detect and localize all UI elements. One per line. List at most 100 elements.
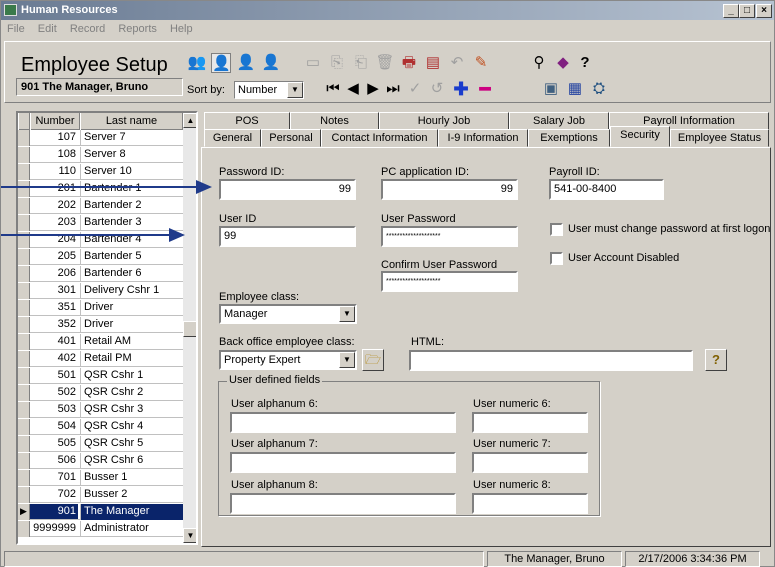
- list-item[interactable]: 504 QSR Cshr 4: [18, 419, 183, 435]
- employee-class-select[interactable]: Manager ▼: [219, 304, 357, 324]
- tab-personal[interactable]: Personal: [261, 129, 321, 147]
- account-disabled-checkbox[interactable]: [550, 252, 563, 265]
- minimize-button[interactable]: _: [723, 4, 739, 18]
- list-item[interactable]: 702 Busser 2: [18, 487, 183, 503]
- copy-icon[interactable]: ⎘: [327, 53, 347, 73]
- jobs-icon[interactable]: 👤: [236, 53, 256, 73]
- user-alphanum-8-field[interactable]: [230, 493, 456, 514]
- list-item[interactable]: 701 Busser 1: [18, 470, 183, 486]
- network-icon[interactable]: ⛭: [589, 79, 609, 99]
- list-item[interactable]: 352 Driver: [18, 317, 183, 333]
- user-alphanum-6-field[interactable]: [230, 412, 456, 433]
- html-field[interactable]: [409, 350, 693, 371]
- user-alphanum-7-field[interactable]: [230, 452, 456, 473]
- menu-edit[interactable]: Edit: [38, 23, 57, 35]
- list-item[interactable]: 108 Server 8: [18, 147, 183, 163]
- undo-icon[interactable]: ↶: [447, 53, 467, 73]
- row-selector[interactable]: [18, 215, 30, 231]
- menu-help[interactable]: Help: [170, 23, 193, 35]
- row-selector[interactable]: [18, 436, 30, 452]
- row-selector[interactable]: [18, 453, 30, 469]
- password-id-field[interactable]: 99: [219, 179, 356, 200]
- row-selector[interactable]: [18, 164, 30, 180]
- row-selector[interactable]: [18, 419, 30, 435]
- delete-icon[interactable]: 🗑: [375, 53, 395, 73]
- row-selector[interactable]: [18, 181, 30, 197]
- list-scrollbar[interactable]: ▲ ▼: [183, 113, 196, 543]
- menu-file[interactable]: File: [7, 23, 25, 35]
- employee-setup-icon[interactable]: 👤: [211, 53, 231, 73]
- list-item[interactable]: 401 Retail AM: [18, 334, 183, 350]
- tab-exemptions[interactable]: Exemptions: [528, 129, 610, 147]
- next-record-icon[interactable]: ▶: [363, 79, 383, 99]
- print-icon[interactable]: 🖶: [399, 53, 419, 73]
- new-record-icon[interactable]: ▭: [303, 53, 323, 73]
- list-item[interactable]: 505 QSR Cshr 5: [18, 436, 183, 452]
- row-selector[interactable]: [18, 334, 30, 350]
- list-item[interactable]: 502 QSR Cshr 2: [18, 385, 183, 401]
- chevron-down-icon[interactable]: ▼: [287, 82, 303, 98]
- row-selector[interactable]: [18, 351, 30, 367]
- list-item[interactable]: 110 Server 10: [18, 164, 183, 180]
- chevron-down-icon[interactable]: ▼: [339, 352, 355, 368]
- confirm-password-field[interactable]: ********************: [381, 271, 518, 292]
- user-numeric-8-field[interactable]: [472, 493, 588, 514]
- must-change-password-checkbox[interactable]: [550, 223, 563, 236]
- payroll-id-field[interactable]: 541-00-8400: [549, 179, 664, 200]
- employees-icon[interactable]: 👥: [187, 53, 207, 73]
- list-item[interactable]: 506 QSR Cshr 6: [18, 453, 183, 469]
- row-selector[interactable]: [18, 317, 30, 333]
- previous-record-icon[interactable]: ◀: [343, 79, 363, 99]
- tab-salary-job[interactable]: Salary Job: [509, 112, 609, 130]
- menu-reports[interactable]: Reports: [118, 23, 157, 35]
- tab-general[interactable]: General: [204, 129, 261, 147]
- row-selector[interactable]: [18, 249, 30, 265]
- tab-employee-status[interactable]: Employee Status: [670, 129, 769, 147]
- row-selector[interactable]: [18, 147, 30, 163]
- paste-icon[interactable]: ⎗: [351, 53, 371, 73]
- pc-application-id-field[interactable]: 99: [381, 179, 518, 200]
- tab-notes[interactable]: Notes: [290, 112, 379, 130]
- find-icon[interactable]: ⚲: [529, 53, 549, 73]
- column-header-last-name[interactable]: Last name: [80, 113, 183, 130]
- list-item[interactable]: 201 Bartender 1: [18, 181, 183, 197]
- row-selector[interactable]: [18, 300, 30, 316]
- sort-by-select[interactable]: Number ▼: [234, 81, 304, 99]
- user-numeric-7-field[interactable]: [472, 452, 588, 473]
- row-selector[interactable]: [18, 130, 30, 146]
- row-selector[interactable]: [18, 470, 30, 486]
- user-id-field[interactable]: 99: [219, 226, 356, 247]
- maximize-button[interactable]: □: [739, 4, 755, 18]
- list-item[interactable]: 107 Server 7: [18, 130, 183, 146]
- folder-icon[interactable]: 🗁: [362, 349, 384, 371]
- list-item[interactable]: 202 Bartender 2: [18, 198, 183, 214]
- scroll-down-icon[interactable]: ▼: [183, 528, 196, 543]
- help-pointer-icon[interactable]: ?: [575, 53, 595, 73]
- user-password-field[interactable]: ********************: [381, 226, 518, 247]
- list-item[interactable]: 501 QSR Cshr 1: [18, 368, 183, 384]
- schedule-icon[interactable]: 👤: [261, 53, 281, 73]
- row-selector[interactable]: [18, 368, 30, 384]
- lookup-icon[interactable]: ▣: [541, 79, 561, 99]
- edit-record-icon[interactable]: ✓: [405, 79, 425, 99]
- list-item[interactable]: 402 Retail PM: [18, 351, 183, 367]
- help-icon[interactable]: ?: [705, 349, 727, 371]
- scroll-thumb[interactable]: [183, 321, 196, 337]
- list-item[interactable]: 301 Delivery Cshr 1: [18, 283, 183, 299]
- list-item[interactable]: 203 Bartender 3: [18, 215, 183, 231]
- row-selector[interactable]: [18, 402, 30, 418]
- user-numeric-6-field[interactable]: [472, 412, 588, 433]
- list-item[interactable]: 9999999 Administrator: [18, 521, 183, 537]
- row-selector[interactable]: [18, 198, 30, 214]
- remove-record-icon[interactable]: ━: [475, 79, 495, 99]
- row-selector[interactable]: [18, 521, 30, 537]
- chevron-down-icon[interactable]: ▼: [339, 306, 355, 322]
- list-item[interactable]: 206 Bartender 6: [18, 266, 183, 282]
- row-selector[interactable]: [18, 283, 30, 299]
- last-record-icon[interactable]: ⏭: [383, 79, 403, 99]
- list-item[interactable]: 205 Bartender 5: [18, 249, 183, 265]
- tab-contact-information[interactable]: Contact Information: [321, 129, 438, 147]
- tab-security[interactable]: Security: [610, 126, 670, 147]
- grid-icon[interactable]: ▦: [565, 79, 585, 99]
- back-office-class-select[interactable]: Property Expert ▼: [219, 350, 357, 370]
